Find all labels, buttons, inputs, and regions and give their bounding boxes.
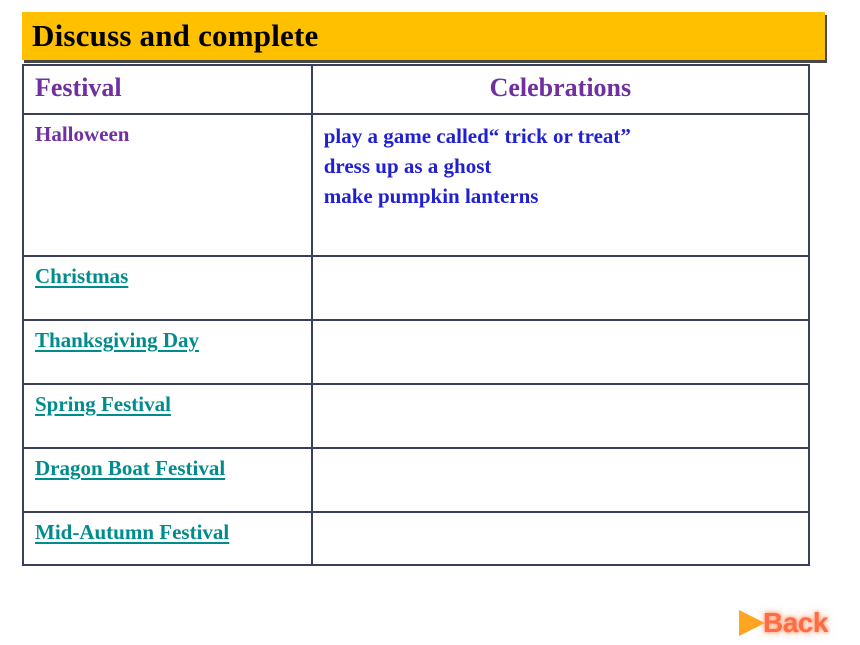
celebration-list-halloween: play a game called“ trick or treat” dres… bbox=[324, 122, 808, 211]
column-header-celebrations: Celebrations bbox=[489, 73, 632, 102]
festival-cell-spring-festival: Spring Festival bbox=[22, 383, 313, 449]
festival-link-dragon-boat-festival[interactable]: Dragon Boat Festival bbox=[35, 456, 225, 481]
festival-link-spring-festival[interactable]: Spring Festival bbox=[35, 392, 171, 417]
celebrations-cell-spring-festival[interactable] bbox=[310, 383, 811, 449]
triangle-right-icon bbox=[739, 610, 765, 636]
table-row: Dragon Boat Festival bbox=[22, 447, 811, 513]
table-header-cell-celebrations: Celebrations bbox=[310, 64, 811, 115]
festival-link-christmas[interactable]: Christmas bbox=[35, 264, 128, 289]
festival-cell-christmas: Christmas bbox=[22, 255, 313, 321]
table-row: Christmas bbox=[22, 255, 811, 321]
table-header-cell-festival: Festival bbox=[22, 64, 313, 115]
table-row: Spring Festival bbox=[22, 383, 811, 449]
celebration-item: dress up as a ghost bbox=[323, 153, 492, 178]
table-header-row: Festival Celebrations bbox=[22, 64, 811, 115]
table-row: Halloween play a game called“ trick or t… bbox=[22, 113, 811, 257]
celebration-item: make pumpkin lanterns bbox=[323, 183, 539, 208]
festival-cell-thanksgiving-day: Thanksgiving Day bbox=[22, 319, 313, 385]
celebration-item: play a game called“ trick or treat” bbox=[323, 124, 631, 148]
page-title: Discuss and complete bbox=[32, 18, 319, 53]
festival-name-halloween: Halloween bbox=[35, 122, 130, 146]
festival-link-thanksgiving-day[interactable]: Thanksgiving Day bbox=[35, 328, 199, 353]
slide-title-banner: Discuss and complete bbox=[22, 12, 825, 60]
table-row: Mid-Autumn Festival bbox=[22, 511, 811, 566]
column-header-festival: Festival bbox=[35, 73, 122, 102]
celebrations-cell-christmas[interactable] bbox=[310, 255, 811, 321]
festival-celebrations-table: Festival Celebrations Halloween play a g… bbox=[22, 64, 811, 566]
festival-cell-halloween: Halloween bbox=[22, 113, 313, 257]
celebrations-cell-mid-autumn-festival[interactable] bbox=[310, 511, 811, 566]
celebrations-cell-halloween: play a game called“ trick or treat” dres… bbox=[310, 113, 811, 257]
festival-cell-mid-autumn-festival: Mid-Autumn Festival bbox=[22, 511, 313, 566]
back-button[interactable]: Back bbox=[739, 606, 843, 640]
festival-link-mid-autumn-festival[interactable]: Mid-Autumn Festival bbox=[35, 520, 229, 545]
back-button-label: Back bbox=[763, 607, 828, 638]
table-row: Thanksgiving Day bbox=[22, 319, 811, 385]
celebrations-cell-thanksgiving-day[interactable] bbox=[310, 319, 811, 385]
celebrations-cell-dragon-boat-festival[interactable] bbox=[310, 447, 811, 513]
festival-cell-dragon-boat-festival: Dragon Boat Festival bbox=[22, 447, 313, 513]
